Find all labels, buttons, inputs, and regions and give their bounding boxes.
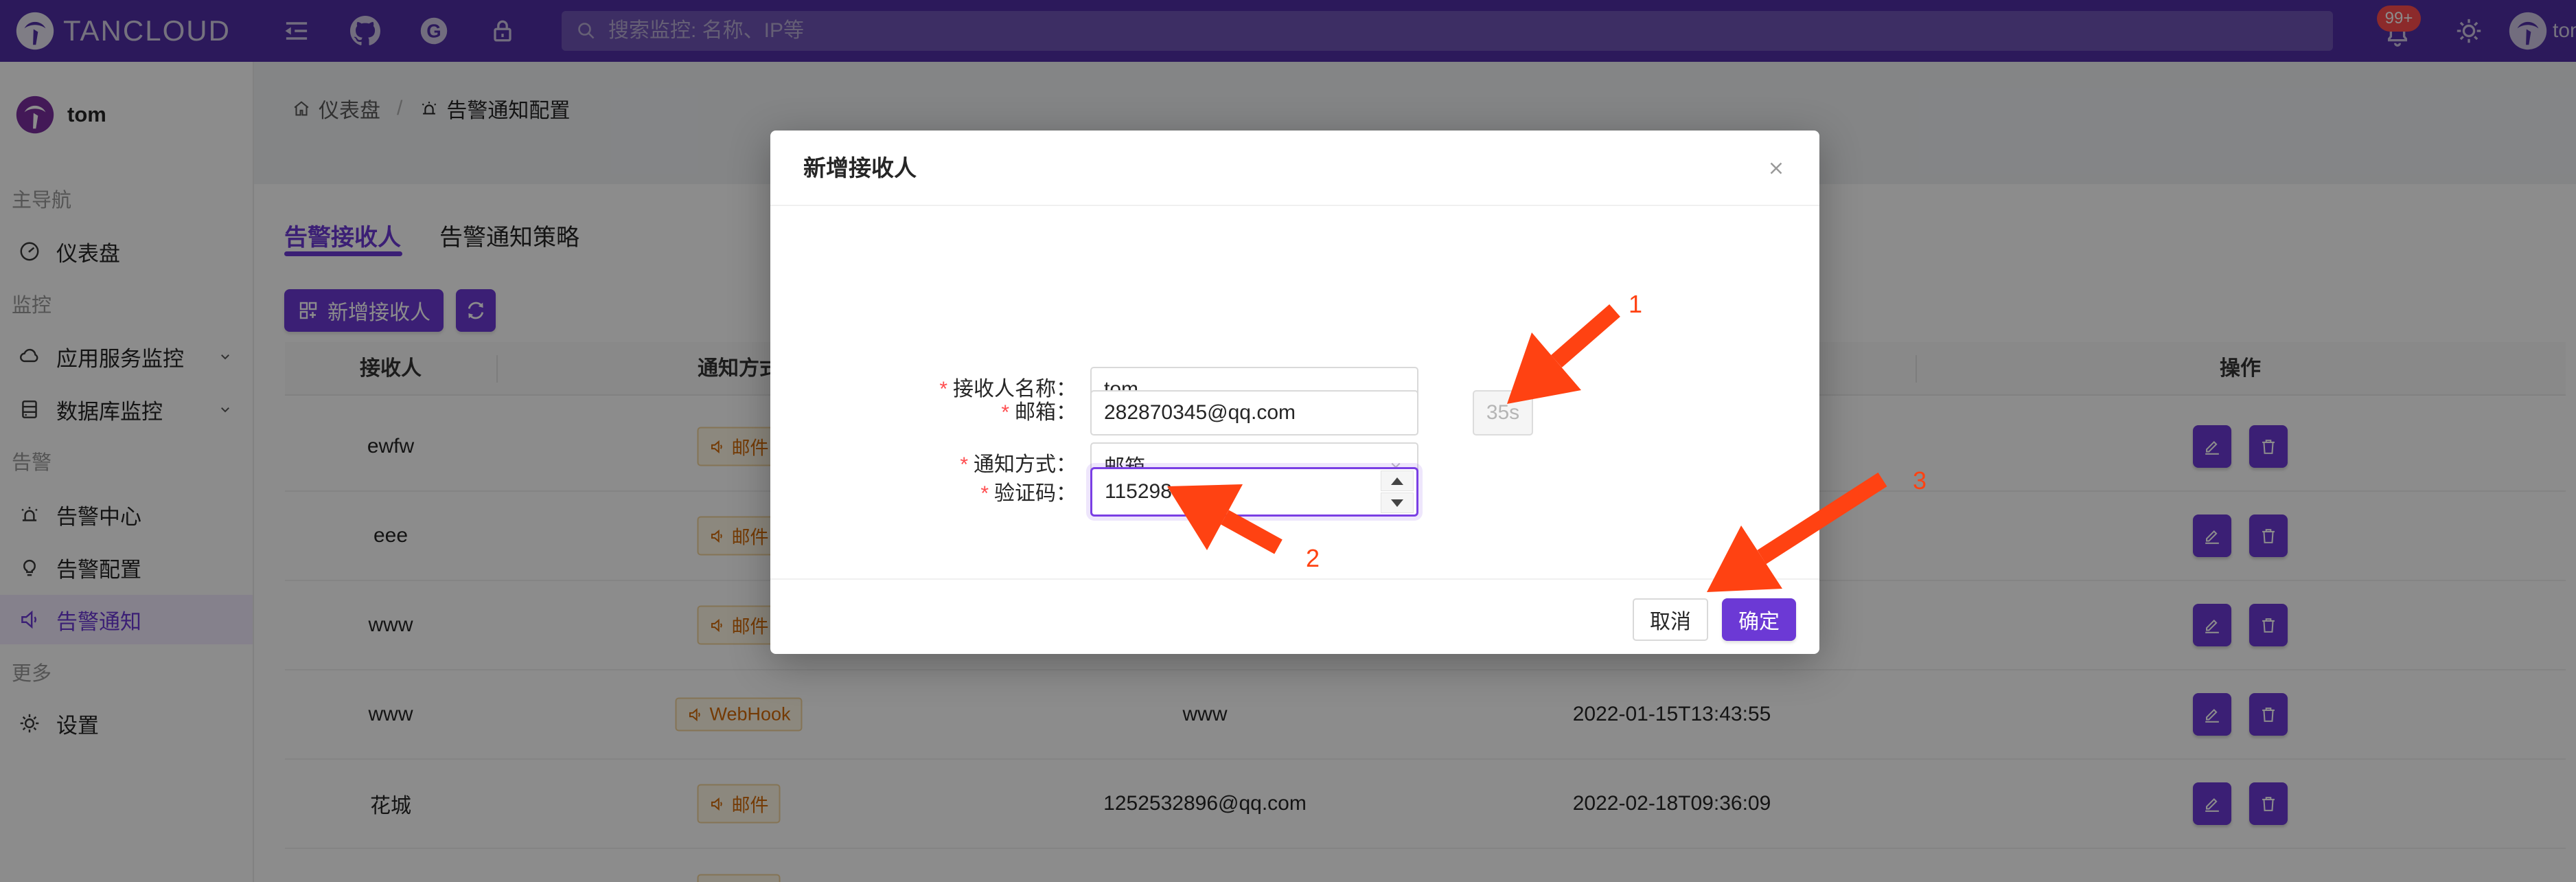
email-input[interactable]	[1090, 390, 1418, 436]
send-code-countdown-button[interactable]: 35s	[1473, 390, 1533, 436]
spinner-up-button[interactable]	[1381, 471, 1414, 491]
modal-title: 新增接收人	[803, 131, 917, 206]
close-icon[interactable]	[1758, 150, 1795, 187]
field-label-code: *验证码：	[770, 469, 1077, 519]
add-receiver-modal: 新增接收人 *接收人名称： *通知方式： 邮箱 *邮箱： 35s *验证码：	[770, 131, 1819, 654]
verification-code-input[interactable]	[1092, 480, 1381, 504]
app-window: TANCLOUD G 99+ tom	[0, 0, 2576, 882]
required-mark: *	[1001, 401, 1009, 424]
field-label-email: *邮箱：	[770, 390, 1077, 436]
verification-code-field	[1090, 467, 1418, 517]
required-mark: *	[980, 482, 989, 505]
modal-footer-divider	[770, 578, 1819, 580]
modal-header: 新增接收人	[770, 131, 1819, 206]
cancel-button[interactable]: 取消	[1633, 598, 1708, 641]
number-spinner	[1381, 471, 1414, 513]
spinner-down-button[interactable]	[1381, 493, 1414, 513]
confirm-button[interactable]: 确定	[1722, 598, 1796, 641]
